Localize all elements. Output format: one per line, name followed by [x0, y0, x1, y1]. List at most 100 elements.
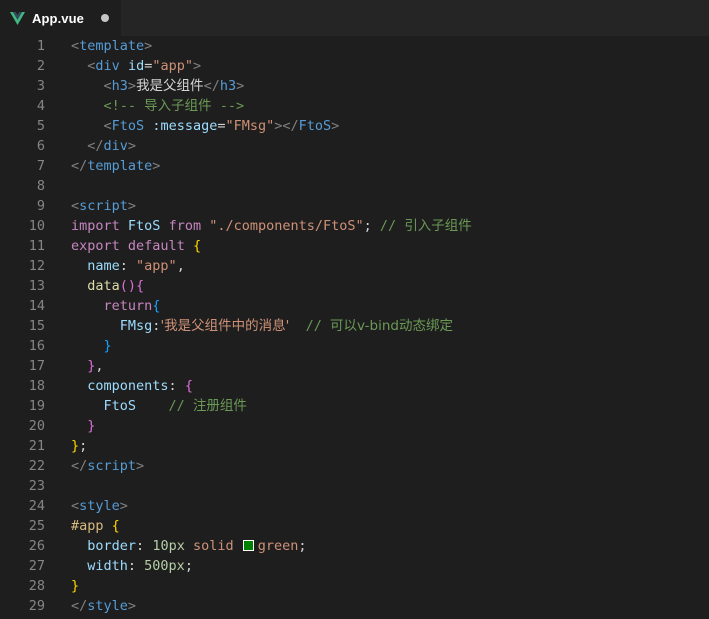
code-token: :message	[152, 118, 218, 134]
code-line[interactable]: 4 <!-- 导入子组件 -->	[0, 96, 709, 116]
code-text: <!-- 导入子组件 -->	[71, 96, 245, 116]
line-number: 29	[28, 598, 45, 614]
code-token: <	[103, 118, 112, 134]
code-line[interactable]: 11 export default {	[0, 236, 709, 256]
code-token: </	[87, 138, 104, 154]
code-token: <!--	[103, 98, 145, 114]
line-number: 8	[36, 178, 45, 194]
line-number: 26	[28, 538, 45, 554]
code-line[interactable]: 14 return{	[0, 296, 709, 316]
code-token: script	[79, 198, 128, 214]
code-line[interactable]: 3 <h3>我是父组件</h3>	[0, 76, 709, 96]
code-token: }	[103, 338, 112, 354]
code-token: //	[305, 318, 331, 334]
code-line[interactable]: 16 }	[0, 336, 709, 356]
code-line[interactable]: 24 <style>	[0, 496, 709, 516]
code-token: {	[136, 278, 145, 294]
code-line[interactable]: 26 border: 10px solid green;	[0, 536, 709, 556]
code-text: export default {	[71, 236, 201, 256]
code-token: >	[127, 198, 137, 214]
code-line[interactable]: 23	[0, 476, 709, 496]
code-token: FtoS	[103, 398, 137, 414]
line-number: 23	[28, 478, 45, 494]
code-token: green	[257, 538, 299, 554]
code-text: };	[71, 436, 87, 456]
line-number: 5	[36, 118, 45, 134]
code-token: ,	[176, 258, 185, 274]
code-editor[interactable]: 1 <template> 2 <div id="app"> 3 <h3>我是父组件</…	[0, 36, 709, 619]
code-token: >	[119, 498, 128, 514]
code-token: FtoS	[111, 118, 145, 134]
code-token: 我是父组件	[136, 78, 204, 94]
code-token: 注册组件	[192, 398, 247, 414]
code-line[interactable]: 8	[0, 176, 709, 196]
code-token: FtoS	[298, 118, 332, 134]
code-token: -->	[211, 98, 245, 114]
code-token: :	[119, 258, 137, 274]
code-line[interactable]: 20 }	[0, 416, 709, 436]
code-token: :	[136, 538, 153, 554]
code-line[interactable]: 15 FMsg:'我是父组件中的消息' // 可以v-bind动态绑定	[0, 316, 709, 336]
code-text: }	[71, 576, 79, 596]
code-editor-window: App.vue 1 <template> 2 <div id="app"> 3 <h3…	[0, 0, 709, 619]
code-token: </	[71, 458, 88, 474]
code-line[interactable]: 10 import FtoS from "./components/FtoS"; …	[0, 216, 709, 236]
code-line[interactable]: 9 <script>	[0, 196, 709, 216]
code-line[interactable]: 5 <FtoS :message="FMsg"></FtoS>	[0, 116, 709, 136]
code-text: <template>	[71, 36, 152, 56]
color-swatch-icon[interactable]	[242, 540, 254, 551]
code-line[interactable]: 17 },	[0, 356, 709, 376]
code-line[interactable]: 18 components: {	[0, 376, 709, 396]
code-line[interactable]: 28}	[0, 576, 709, 596]
code-token: //	[168, 398, 193, 414]
code-token: >	[127, 78, 137, 94]
code-line[interactable]: 27 width: 500px;	[0, 556, 709, 576]
code-line[interactable]: 6 </div>	[0, 136, 709, 156]
line-number: 2	[36, 58, 45, 74]
line-number: 15	[28, 318, 45, 334]
code-line[interactable]: 21};	[0, 436, 709, 456]
line-number: 21	[28, 438, 45, 454]
line-number: 1	[36, 38, 45, 54]
code-line[interactable]: 19 FtoS // 注册组件	[0, 396, 709, 416]
line-number: 20	[28, 418, 45, 434]
code-line[interactable]: 12 name: "app",	[0, 256, 709, 276]
code-line[interactable]: 29 </style>	[0, 596, 709, 616]
line-number: 24	[28, 498, 45, 514]
code-text: import FtoS from "./components/FtoS"; //…	[71, 216, 472, 236]
code-token: style	[87, 598, 128, 614]
code-line[interactable]: 22 </script>	[0, 456, 709, 476]
code-token: FtoS	[119, 218, 169, 234]
unsaved-dot-icon[interactable]	[101, 14, 109, 22]
tab-app-vue[interactable]: App.vue	[0, 0, 121, 36]
code-token: 10px	[152, 538, 185, 554]
code-line[interactable]: 7 </template>	[0, 156, 709, 176]
code-text: <h3>我是父组件</h3>	[71, 76, 245, 96]
code-token: ;	[79, 438, 88, 454]
code-line[interactable]: 13 data(){	[0, 276, 709, 296]
code-token: width	[87, 558, 128, 574]
code-token: border	[87, 538, 137, 554]
code-token: "FMsg"	[225, 118, 275, 134]
line-number: 3	[36, 78, 45, 94]
code-token: </	[203, 78, 220, 94]
code-text: width: 500px;	[71, 556, 193, 576]
code-token: name	[87, 258, 120, 274]
code-line[interactable]: 1 <template>	[0, 36, 709, 56]
code-text: data(){	[71, 276, 144, 296]
code-token: from	[168, 218, 202, 234]
code-line[interactable]: 25 #app {	[0, 516, 709, 536]
code-line[interactable]: 2 <div id="app">	[0, 56, 709, 76]
code-token: template	[87, 158, 153, 174]
code-token: style	[79, 498, 120, 514]
vue-logo-icon	[10, 11, 25, 25]
